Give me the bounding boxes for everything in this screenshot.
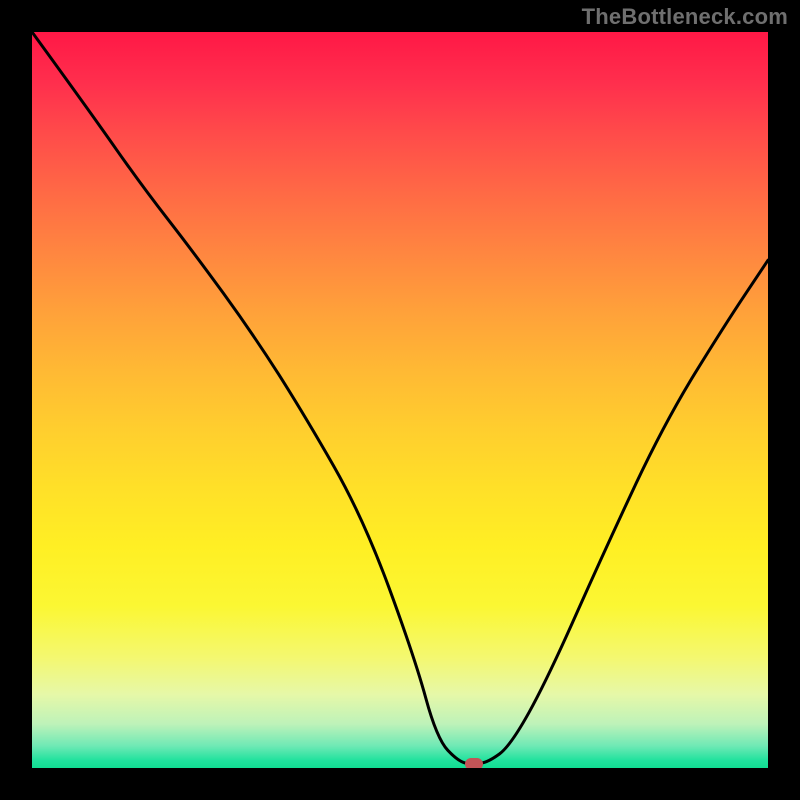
watermark-text: TheBottleneck.com	[582, 4, 788, 30]
bottleneck-chart: TheBottleneck.com	[0, 0, 800, 800]
curve-minimum-marker	[465, 758, 483, 770]
chart-gradient-background	[32, 32, 768, 768]
